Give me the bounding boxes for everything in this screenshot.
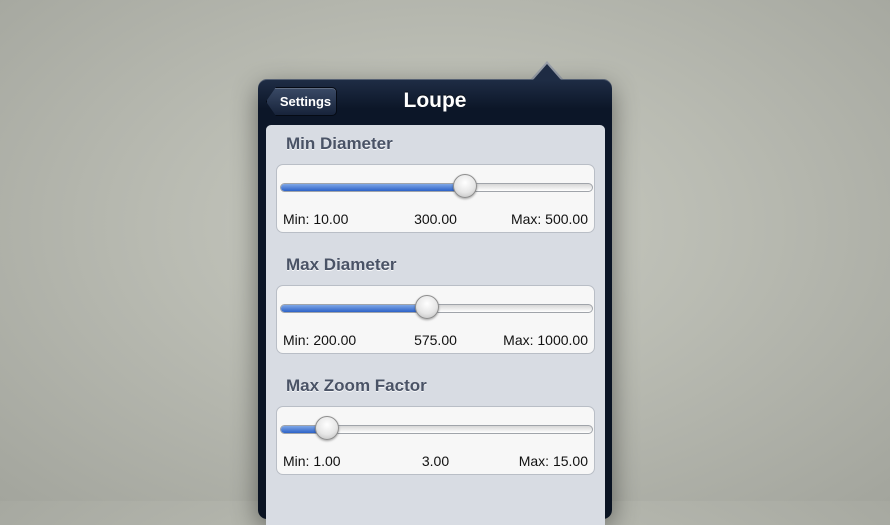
settings-list: Min Diameter Min: 10.00 300.00 Max: 500.… <box>266 125 605 525</box>
popover-arrow-inner <box>533 64 561 80</box>
page-title: Loupe <box>403 89 467 112</box>
min-diameter-max-label: Max: 500.00 <box>510 211 588 227</box>
max-diameter-slider-fill <box>281 305 428 312</box>
max-diameter-slider-thumb[interactable] <box>415 295 440 319</box>
min-diameter-cell: Min: 10.00 300.00 Max: 500.00 <box>276 164 595 233</box>
navigation-bar: Settings Loupe <box>258 79 612 123</box>
min-diameter-slider-track[interactable] <box>280 183 593 192</box>
max-diameter-cell: Min: 200.00 575.00 Max: 1000.00 <box>276 285 595 354</box>
max-diameter-max-label: Max: 1000.00 <box>503 332 588 348</box>
min-diameter-slider-thumb[interactable] <box>452 174 477 198</box>
max-zoom-factor-slider-thumb[interactable] <box>314 416 339 440</box>
max-zoom-factor-header: Max Zoom Factor <box>286 376 427 395</box>
max-zoom-factor-max-label: Max: 15.00 <box>518 453 588 469</box>
max-diameter-header: Max Diameter <box>286 255 397 274</box>
min-diameter-header: Min Diameter <box>286 134 393 153</box>
settings-popover: Settings Loupe Min Diameter Min: 10.00 3… <box>258 79 612 525</box>
max-zoom-factor-cell: Min: 1.00 3.00 Max: 15.00 <box>276 406 595 475</box>
min-diameter-slider-fill <box>281 184 465 191</box>
